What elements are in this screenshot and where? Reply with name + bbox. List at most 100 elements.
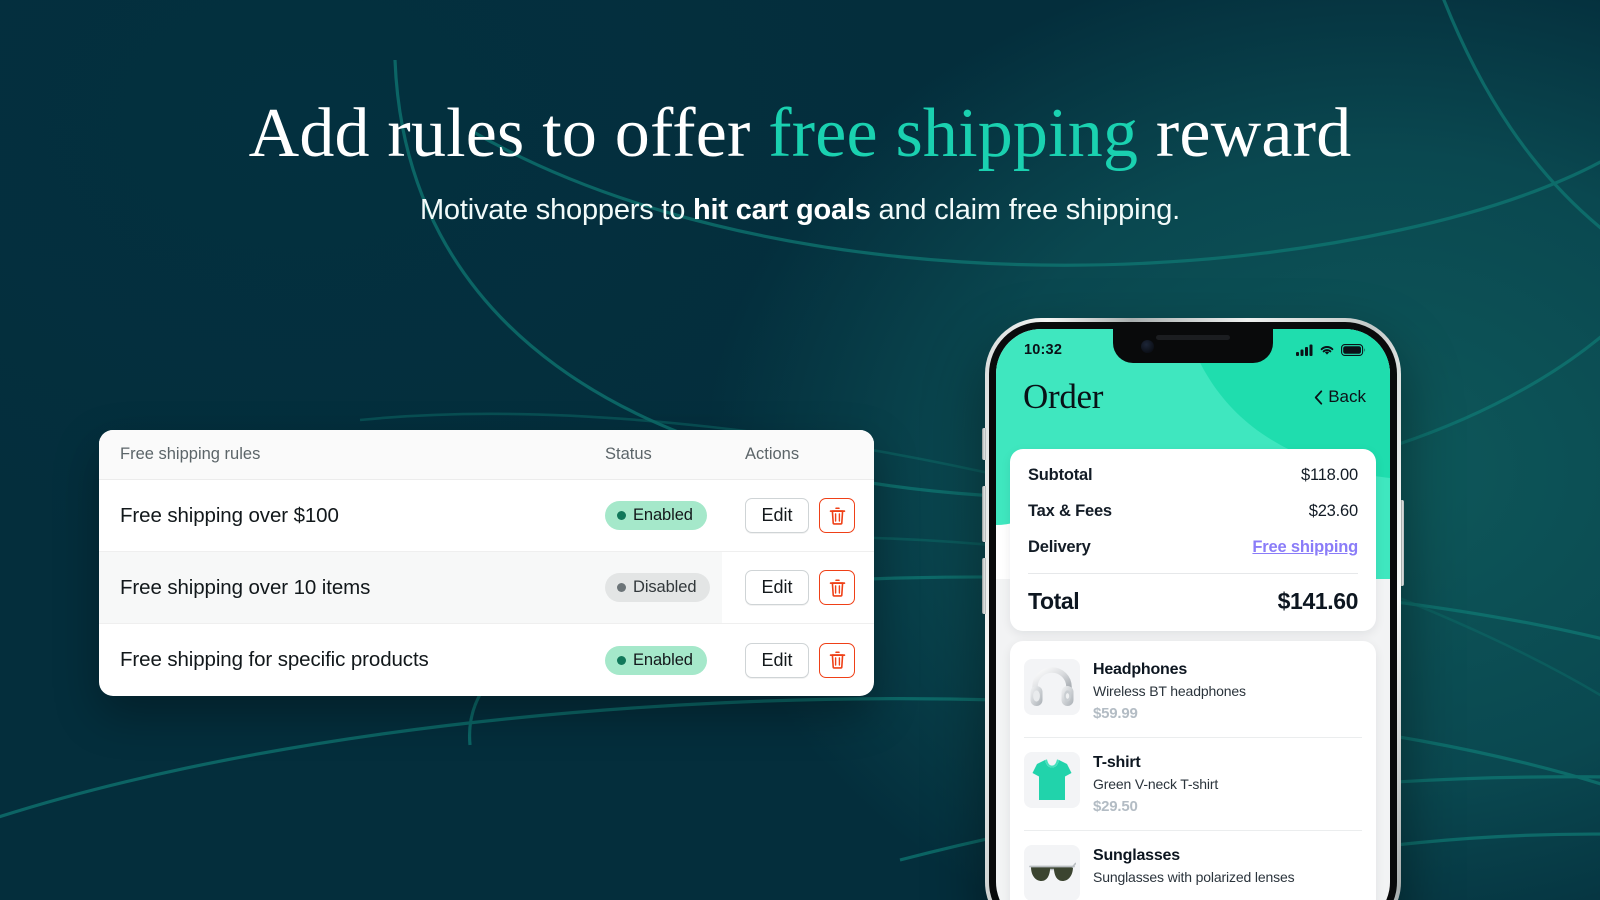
order-total-value: $141.60 xyxy=(1277,588,1359,614)
edit-button[interactable]: Edit xyxy=(745,498,809,533)
rule-actions-cell: Edit xyxy=(745,642,874,678)
cellular-signal-icon xyxy=(1296,344,1313,356)
free-shipping-rules-card: Free shipping rules Status Actions Free … xyxy=(99,430,874,696)
order-summary-row: Delivery Free shipping xyxy=(1028,538,1358,557)
order-summary-row: Subtotal $118.00 xyxy=(1028,466,1358,485)
phone-power-button[interactable] xyxy=(1400,500,1404,586)
order-summary-card: Subtotal $118.00 Tax & Fees $23.60 Delivery F… xyxy=(1010,449,1376,631)
list-item[interactable]: Sunglasses Sunglasses with polarized lens… xyxy=(1024,831,1362,900)
battery-icon xyxy=(1341,344,1366,356)
phone-screen: 10:32 Order Back Subtotal $118.00 Tax & … xyxy=(996,329,1390,900)
headline-accent: free shipping xyxy=(768,95,1139,172)
trash-icon xyxy=(829,507,845,525)
sunglasses-icon xyxy=(1029,863,1076,882)
headline-text-part1: Add rules to offer xyxy=(248,95,769,172)
rule-name: Free shipping over 10 items xyxy=(120,575,371,599)
product-thumbnail xyxy=(1024,752,1080,809)
phone-app-header: Order Back xyxy=(996,371,1390,423)
summary-row-label: Delivery xyxy=(1028,538,1091,556)
order-total-row: Total $141.60 xyxy=(1028,588,1358,615)
trash-icon xyxy=(829,651,845,669)
phone-silent-switch[interactable] xyxy=(982,428,986,460)
headline-text-part2: reward xyxy=(1138,95,1352,172)
rule-status-cell: Enabled xyxy=(605,645,745,675)
product-title: Headphones xyxy=(1093,661,1188,678)
list-item[interactable]: Headphones Wireless BT headphones $59.99 xyxy=(1024,645,1362,739)
product-title: T-shirt xyxy=(1093,754,1141,772)
wifi-icon xyxy=(1320,346,1334,355)
rule-name: Free shipping for specific products xyxy=(120,648,429,671)
product-thumbnail xyxy=(1024,659,1080,715)
hero-section: Add rules to offer free shipping reward … xyxy=(0,96,1600,227)
table-body: Free shipping over $100 Enabled Edit Free s… xyxy=(99,480,874,696)
status-bar-icons xyxy=(1296,344,1366,356)
edit-button[interactable]: Edit xyxy=(745,642,809,678)
rule-actions-cell: Edit xyxy=(745,570,874,605)
status-dot-icon xyxy=(617,655,626,665)
table-header-row: Free shipping rules Status Actions xyxy=(99,430,874,480)
column-header-rules: Free shipping rules xyxy=(120,445,261,463)
headphones-icon xyxy=(1030,667,1074,706)
status-badge: Enabled xyxy=(605,501,707,530)
product-title: Sunglasses xyxy=(1093,847,1180,865)
edit-button[interactable]: Edit xyxy=(745,570,809,605)
phone-volume-up-button[interactable] xyxy=(982,486,986,542)
table-row: Free shipping over 10 items Disabled Edit xyxy=(99,552,874,624)
subhead-text-part1: Motivate shoppers to xyxy=(419,193,694,226)
tshirt-icon xyxy=(1032,759,1072,801)
order-total-label: Total xyxy=(1028,588,1080,614)
table-row: Free shipping over $100 Enabled Edit xyxy=(99,480,874,552)
phone-volume-down-button[interactable] xyxy=(982,558,986,614)
status-badge-label: Disabled xyxy=(633,578,697,596)
summary-row-value: $118.00 xyxy=(1300,466,1358,484)
front-camera-icon xyxy=(1141,340,1154,353)
product-price: $29.50 xyxy=(1093,798,1138,816)
product-info: Headphones Wireless BT headphones $59.99 xyxy=(1093,659,1362,722)
order-summary-rows: Subtotal $118.00 Tax & Fees $23.60 Delivery F… xyxy=(1028,466,1358,557)
summary-row-label: Tax & Fees xyxy=(1028,502,1112,520)
summary-row-value: $23.60 xyxy=(1308,502,1358,520)
delete-button[interactable] xyxy=(819,570,855,605)
product-thumbnail xyxy=(1024,845,1080,900)
product-info: T-shirt Green V-neck T-shirt $29.50 xyxy=(1093,752,1362,815)
rule-status-cell: Disabled xyxy=(605,573,745,602)
free-shipping-link[interactable]: Free shipping xyxy=(1252,538,1358,557)
status-badge: Enabled xyxy=(605,645,707,675)
delete-button[interactable] xyxy=(819,642,855,678)
status-bar-time: 10:32 xyxy=(1024,342,1063,358)
subhead-text-part2: and claim free shipping. xyxy=(870,193,1181,226)
back-button-label: Back xyxy=(1328,387,1366,406)
phone-speaker-grille xyxy=(1156,335,1230,340)
status-badge-label: Enabled xyxy=(633,506,693,524)
summary-row-label: Subtotal xyxy=(1028,466,1093,484)
subhead-bold: hit cart goals xyxy=(693,193,871,226)
status-badge-label: Enabled xyxy=(633,650,693,669)
status-badge: Disabled xyxy=(605,573,711,602)
rule-name: Free shipping over $100 xyxy=(120,503,339,527)
summary-divider xyxy=(1028,573,1358,574)
column-header-status: Status xyxy=(605,445,652,463)
status-dot-icon xyxy=(617,511,626,520)
page-title: Add rules to offer free shipping reward xyxy=(0,96,1600,172)
list-item[interactable]: T-shirt Green V-neck T-shirt $29.50 xyxy=(1024,738,1362,832)
order-summary-row: Tax & Fees $23.60 xyxy=(1028,502,1358,521)
back-button[interactable]: Back xyxy=(1314,387,1366,407)
delete-button[interactable] xyxy=(819,498,855,533)
product-description: Wireless BT headphones xyxy=(1093,683,1246,699)
page-subtitle: Motivate shoppers to hit cart goals and … xyxy=(0,194,1600,227)
order-screen-title: Order xyxy=(1023,377,1104,416)
column-header-actions: Actions xyxy=(745,445,800,463)
trash-icon xyxy=(829,579,845,597)
product-info: Sunglasses Sunglasses with polarized lens… xyxy=(1093,845,1362,886)
product-list: Headphones Wireless BT headphones $59.99 T-… xyxy=(1024,645,1362,900)
chevron-left-icon xyxy=(1315,389,1323,405)
rule-status-cell: Enabled xyxy=(605,501,745,530)
product-price: $59.99 xyxy=(1093,705,1138,723)
product-description: Sunglasses with polarized lenses xyxy=(1093,869,1295,886)
rule-actions-cell: Edit xyxy=(745,498,874,533)
table-row: Free shipping for specific products Enabl… xyxy=(99,624,874,696)
phone-mockup: 10:32 Order Back Subtotal $118.00 Tax & … xyxy=(982,318,1404,900)
order-products-card: Headphones Wireless BT headphones $59.99 T-… xyxy=(1010,641,1376,900)
status-dot-icon xyxy=(617,583,626,592)
product-description: Green V-neck T-shirt xyxy=(1093,776,1219,793)
